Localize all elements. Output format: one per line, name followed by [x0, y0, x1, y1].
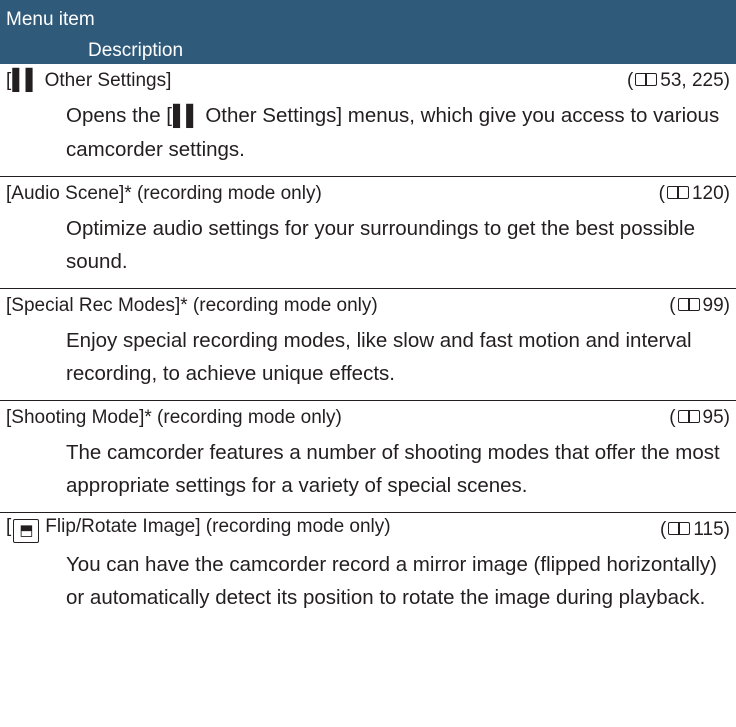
menu-item-title: [▌▌ Other Settings]	[6, 69, 172, 91]
table-row: [▌▌ Other Settings] (53, 225) Opens the […	[0, 64, 736, 176]
menu-item-row: [Special Rec Modes]* (recording mode onl…	[0, 289, 736, 322]
menu-item-title: [⬒ Flip/Rotate Image] (recording mode onl…	[6, 516, 391, 543]
tools-icon: ▌▌	[172, 105, 200, 127]
book-reference-icon	[666, 185, 689, 200]
table-row: [Shooting Mode]* (recording mode only) (…	[0, 400, 736, 512]
tools-icon: ▌▌	[12, 69, 39, 91]
menu-item-description: Opens the [▌▌ Other Settings] menus, whic…	[0, 97, 736, 176]
header-description: Description	[88, 40, 184, 61]
menu-item-description: You can have the camcorder record a mirr…	[66, 553, 717, 609]
header-menu-item: Menu item	[6, 9, 95, 30]
menu-item-title: [Audio Scene]* (recording mode only)	[6, 182, 322, 204]
menu-item-title: [Shooting Mode]* (recording mode only)	[6, 406, 342, 428]
menu-item-row: [Audio Scene]* (recording mode only) (12…	[0, 177, 736, 210]
page-reference: (99)	[669, 294, 730, 316]
page-reference: (95)	[669, 406, 730, 428]
table-row: [Audio Scene]* (recording mode only) (12…	[0, 176, 736, 288]
menu-item-title: [Special Rec Modes]* (recording mode onl…	[6, 294, 378, 316]
table-row: [⬒ Flip/Rotate Image] (recording mode onl…	[0, 512, 736, 624]
table-row: [Special Rec Modes]* (recording mode onl…	[0, 288, 736, 400]
page-reference: (53, 225)	[626, 69, 730, 91]
page-reference: (120)	[658, 182, 730, 204]
table-header: Menu item Description	[0, 0, 736, 64]
book-reference-icon	[668, 521, 691, 536]
page-reference: (115)	[660, 518, 730, 540]
menu-item-row: [⬒ Flip/Rotate Image] (recording mode onl…	[0, 513, 736, 546]
book-reference-icon	[635, 72, 658, 87]
menu-item-row: [Shooting Mode]* (recording mode only) (…	[0, 401, 736, 434]
menu-item-description: The camcorder features a number of shoot…	[66, 441, 720, 497]
menu-item-description: Enjoy special recording modes, like slow…	[66, 329, 692, 385]
book-reference-icon	[677, 297, 700, 312]
menu-item-row: [▌▌ Other Settings] (53, 225)	[0, 64, 736, 97]
book-reference-icon	[677, 409, 700, 424]
menu-item-description: Optimize audio settings for your surroun…	[66, 217, 696, 273]
flip-rotate-icon: ⬒	[13, 519, 40, 543]
